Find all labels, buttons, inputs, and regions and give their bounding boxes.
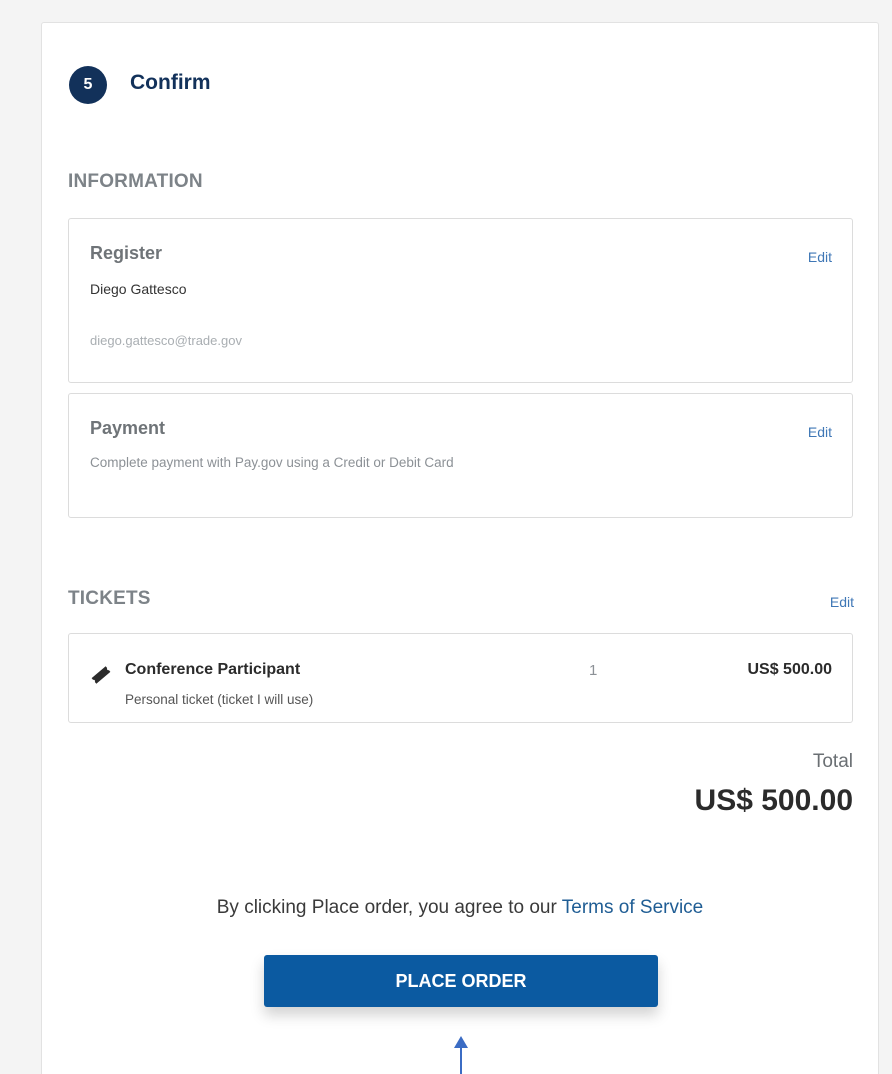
ticket-icon: [91, 666, 111, 684]
step-number-badge: 5: [69, 66, 107, 104]
arrow-up-icon: [454, 1036, 468, 1074]
total-label: Total: [812, 751, 853, 772]
place-order-button[interactable]: PLACE ORDER: [264, 955, 658, 1007]
ticket-price: US$ 500.00: [747, 661, 832, 678]
terms-agreement-text: By clicking Place order, you agree to ou…: [216, 897, 562, 918]
ticket-row: Conference Participant Personal ticket (…: [68, 633, 853, 723]
register-title: Register: [90, 243, 163, 263]
ticket-quantity: 1: [589, 662, 598, 679]
payment-edit-link[interactable]: Edit: [808, 424, 832, 440]
terms-of-service-link[interactable]: Terms of Service: [562, 897, 703, 918]
ticket-name: Conference Participant: [125, 661, 301, 678]
step-number: 5: [83, 76, 93, 93]
tickets-edit-link[interactable]: Edit: [830, 594, 854, 610]
step-title: Confirm: [130, 71, 211, 94]
register-edit-link[interactable]: Edit: [808, 249, 832, 265]
payment-panel: Payment Edit Complete payment with Pay.g…: [68, 393, 853, 518]
terms-agreement: By clicking Place order, you agree to ou…: [42, 897, 878, 919]
ticket-description: Personal ticket (ticket I will use): [125, 692, 314, 707]
information-heading: INFORMATION: [68, 171, 203, 192]
payment-title: Payment: [90, 418, 166, 438]
register-email: diego.gattesco@trade.gov: [90, 333, 242, 348]
confirm-card: 5 Confirm INFORMATION Register Edit Dieg…: [41, 22, 879, 1074]
register-panel: Register Edit Diego Gattesco diego.gatte…: [68, 218, 853, 383]
total-value: US$ 500.00: [694, 784, 853, 817]
register-name: Diego Gattesco: [90, 281, 187, 297]
payment-description: Complete payment with Pay.gov using a Cr…: [90, 455, 454, 470]
tickets-heading: TICKETS: [68, 588, 151, 609]
